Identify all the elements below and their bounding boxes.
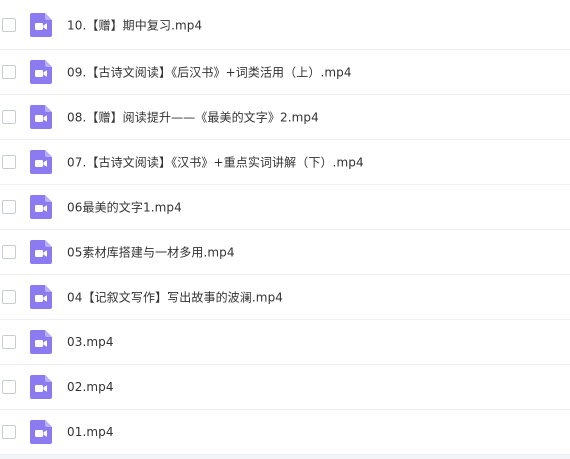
file-name[interactable]: 06最美的文字1.mp4: [67, 199, 182, 216]
list-item[interactable]: 05素材库搭建与一材多用.mp4: [0, 230, 570, 275]
list-item[interactable]: 03.mp4: [0, 320, 570, 365]
video-file-icon: [30, 240, 52, 264]
list-item[interactable]: 02.mp4: [0, 365, 570, 410]
row-checkbox[interactable]: [2, 335, 16, 349]
list-item[interactable]: 09.【古诗文阅读】《后汉书》+词类活用（上）.mp4: [0, 50, 570, 95]
file-name[interactable]: 05素材库搭建与一材多用.mp4: [67, 244, 235, 261]
row-checkbox[interactable]: [2, 110, 16, 124]
file-name[interactable]: 02.mp4: [67, 380, 114, 394]
file-name[interactable]: 07.【古诗文阅读】《汉书》+重点实词讲解（下）.mp4: [67, 154, 364, 171]
list-item[interactable]: 08.【赠】阅读提升——《最美的文字》2.mp4: [0, 95, 570, 140]
file-list: 10.【赠】期中复习.mp4 09.【古诗文阅读】《后汉书》+词类活用（上）.m…: [0, 0, 570, 459]
row-checkbox[interactable]: [2, 380, 16, 394]
list-item[interactable]: 07.【古诗文阅读】《汉书》+重点实词讲解（下）.mp4: [0, 140, 570, 185]
list-item[interactable]: 10.【赠】期中复习.mp4: [0, 0, 570, 50]
video-file-icon: [30, 150, 52, 174]
list-bottom-edge: [0, 455, 570, 459]
list-item[interactable]: 01.mp4: [0, 410, 570, 455]
row-checkbox[interactable]: [2, 290, 16, 304]
video-file-icon: [30, 12, 52, 37]
video-file-icon: [30, 60, 52, 84]
list-item[interactable]: 04【记叙文写作】写出故事的波澜.mp4: [0, 275, 570, 320]
file-name[interactable]: 04【记叙文写作】写出故事的波澜.mp4: [67, 289, 283, 306]
video-file-icon: [30, 105, 52, 129]
file-name[interactable]: 01.mp4: [67, 425, 114, 439]
list-item[interactable]: 06最美的文字1.mp4: [0, 185, 570, 230]
row-checkbox[interactable]: [2, 65, 16, 79]
file-name[interactable]: 08.【赠】阅读提升——《最美的文字》2.mp4: [67, 109, 319, 126]
row-checkbox[interactable]: [2, 155, 16, 169]
row-checkbox[interactable]: [2, 17, 16, 32]
video-file-icon: [30, 195, 52, 219]
row-checkbox[interactable]: [2, 425, 16, 439]
file-name[interactable]: 10.【赠】期中复习.mp4: [67, 16, 202, 33]
row-checkbox[interactable]: [2, 200, 16, 214]
video-file-icon: [30, 330, 52, 354]
file-name[interactable]: 09.【古诗文阅读】《后汉书》+词类活用（上）.mp4: [67, 64, 352, 81]
video-file-icon: [30, 420, 52, 444]
file-name[interactable]: 03.mp4: [67, 335, 114, 349]
video-file-icon: [30, 375, 52, 399]
row-checkbox[interactable]: [2, 245, 16, 259]
video-file-icon: [30, 285, 52, 309]
